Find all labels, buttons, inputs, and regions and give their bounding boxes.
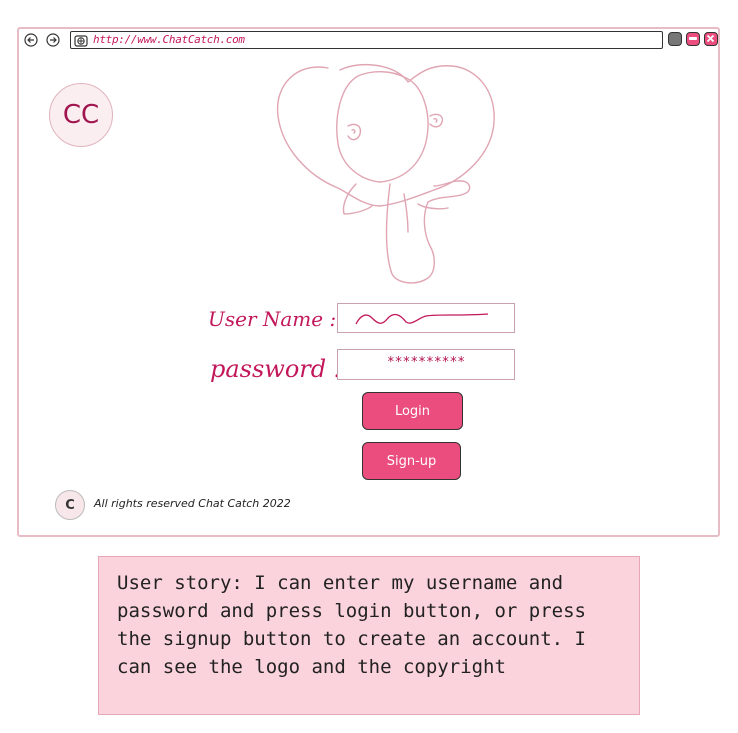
password-field[interactable]: ********** [337, 349, 515, 380]
maximize-icon[interactable] [686, 32, 700, 46]
password-label: password : [210, 355, 342, 383]
login-button[interactable]: Login [362, 392, 463, 430]
username-field[interactable] [337, 303, 515, 333]
app-logo: CC [49, 83, 113, 147]
url-text: http://www.ChatCatch.com [93, 33, 245, 46]
elephant-illustration [268, 56, 508, 290]
copyright-icon: C [55, 490, 85, 520]
username-label: User Name : [208, 307, 337, 331]
globe-icon [74, 33, 88, 47]
minimize-icon[interactable] [668, 32, 682, 46]
password-value: ********** [386, 355, 466, 370]
close-icon[interactable] [704, 32, 718, 46]
signup-button[interactable]: Sign-up [362, 442, 461, 480]
copyright-text: All rights reserved Chat Catch 2022 [94, 497, 291, 510]
back-arrow-icon[interactable] [24, 33, 38, 47]
forward-arrow-icon[interactable] [46, 33, 60, 47]
user-story-note: User story: I can enter my username and … [98, 556, 640, 715]
